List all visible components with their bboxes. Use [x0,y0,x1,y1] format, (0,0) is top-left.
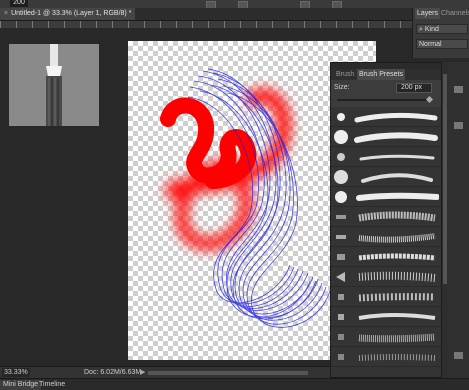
horizontal-scrollbar[interactable] [148,371,308,375]
brush-preset-item[interactable] [331,287,441,307]
brush-stroke-preview [358,313,436,320]
tab-layers[interactable]: Layers [415,8,441,19]
textured-brush-icon [338,314,344,320]
brush-preset-item[interactable] [331,187,441,207]
panel-icons [454,86,463,359]
brush-preset-item[interactable] [331,327,441,347]
brush-stroke-preview [361,173,433,183]
properties-icon[interactable] [454,352,463,359]
brush-stroke-preview [356,192,439,201]
close-tab-icon[interactable]: × [4,10,8,17]
hard-round-brush-icon [334,130,348,144]
size-slider[interactable] [337,99,431,101]
zoom-field[interactable]: 33.33% [2,368,30,377]
brush-tip-preview [9,44,99,126]
textured-brush-icon [338,294,344,300]
layers-icon[interactable] [454,86,463,93]
layer-filter-kind[interactable]: ⌕ Kind [416,24,468,34]
brush-stroke-preview [358,233,436,243]
brush-stroke-preview [358,333,436,343]
brush-stroke-preview [358,293,436,302]
size-slider-thumb[interactable] [425,95,434,104]
tab-brush-presets[interactable]: Brush Presets [357,69,405,80]
brush-preset-item[interactable] [331,307,441,327]
brush-panel-tabs: Brush Brush Presets [331,69,441,80]
brush-preset-item[interactable] [331,147,441,167]
brush-preset-item[interactable] [331,127,441,147]
brush-list-scroll-thumb[interactable] [443,74,447,284]
textured-brush-icon [336,235,346,239]
size-input[interactable]: 200 px [396,83,432,93]
brush-size-field[interactable]: 200 [10,0,28,7]
brush-preset-item[interactable] [331,207,441,227]
brush-preset-list [331,107,441,377]
layers-panel: Layers Channels ⌕ Kind Normal [412,8,469,58]
brush-stroke-preview [358,211,436,222]
textured-brush-icon [338,354,344,360]
soft-round-brush-icon [335,191,347,203]
brush-stroke-preview [354,112,438,123]
history-icon[interactable] [454,122,463,129]
brush-preset-item[interactable] [331,107,441,127]
brush-preset-item[interactable] [331,167,441,187]
size-label: Size: [334,84,350,91]
fan-brush-icon [336,272,345,282]
brush-stroke-preview [354,132,438,143]
brush-preset-item[interactable] [331,347,441,367]
hard-red-stroke [160,97,257,189]
blend-mode-select[interactable]: Normal [416,39,468,49]
brush-stroke-preview [358,354,436,361]
brush-preset-item[interactable] [331,227,441,247]
brush-presets-panel: Brush Brush Presets Size: 200 px [330,62,442,378]
filter-kind-label: Kind [424,26,439,33]
options-bar: 200 [0,0,469,9]
bottom-panel-tabs: Mini Bridge Timeline [0,378,469,390]
soft-round-brush-icon [337,153,345,161]
textured-brush-icon [336,215,346,219]
document-tab-title: Untitled-1 @ 33.3% (Layer 1, RGB/8) * [11,10,132,17]
collapsed-panels-strip [448,62,469,378]
blue-hatch-stroke [187,68,331,328]
paintbrush-icon [46,44,62,126]
size-row: Size: 200 px [334,83,440,93]
hard-round-brush-icon [337,113,345,121]
document-tab[interactable]: × Untitled-1 @ 33.3% (Layer 1, RGB/8) * [0,8,136,20]
tab-channels[interactable]: Channels [439,8,469,19]
soft-round-brush-icon [334,170,348,184]
document-tab-bar: × Untitled-1 @ 33.3% (Layer 1, RGB/8) * [0,8,412,21]
brush-stroke-preview [358,271,436,282]
brush-preset-item[interactable] [331,247,441,267]
tab-brush[interactable]: Brush [334,69,356,80]
textured-brush-icon [337,254,345,260]
textured-brush-icon [338,334,344,340]
brush-stroke-preview [359,154,435,161]
brush-stroke-preview [358,253,436,261]
brush-preset-item[interactable] [331,267,441,287]
